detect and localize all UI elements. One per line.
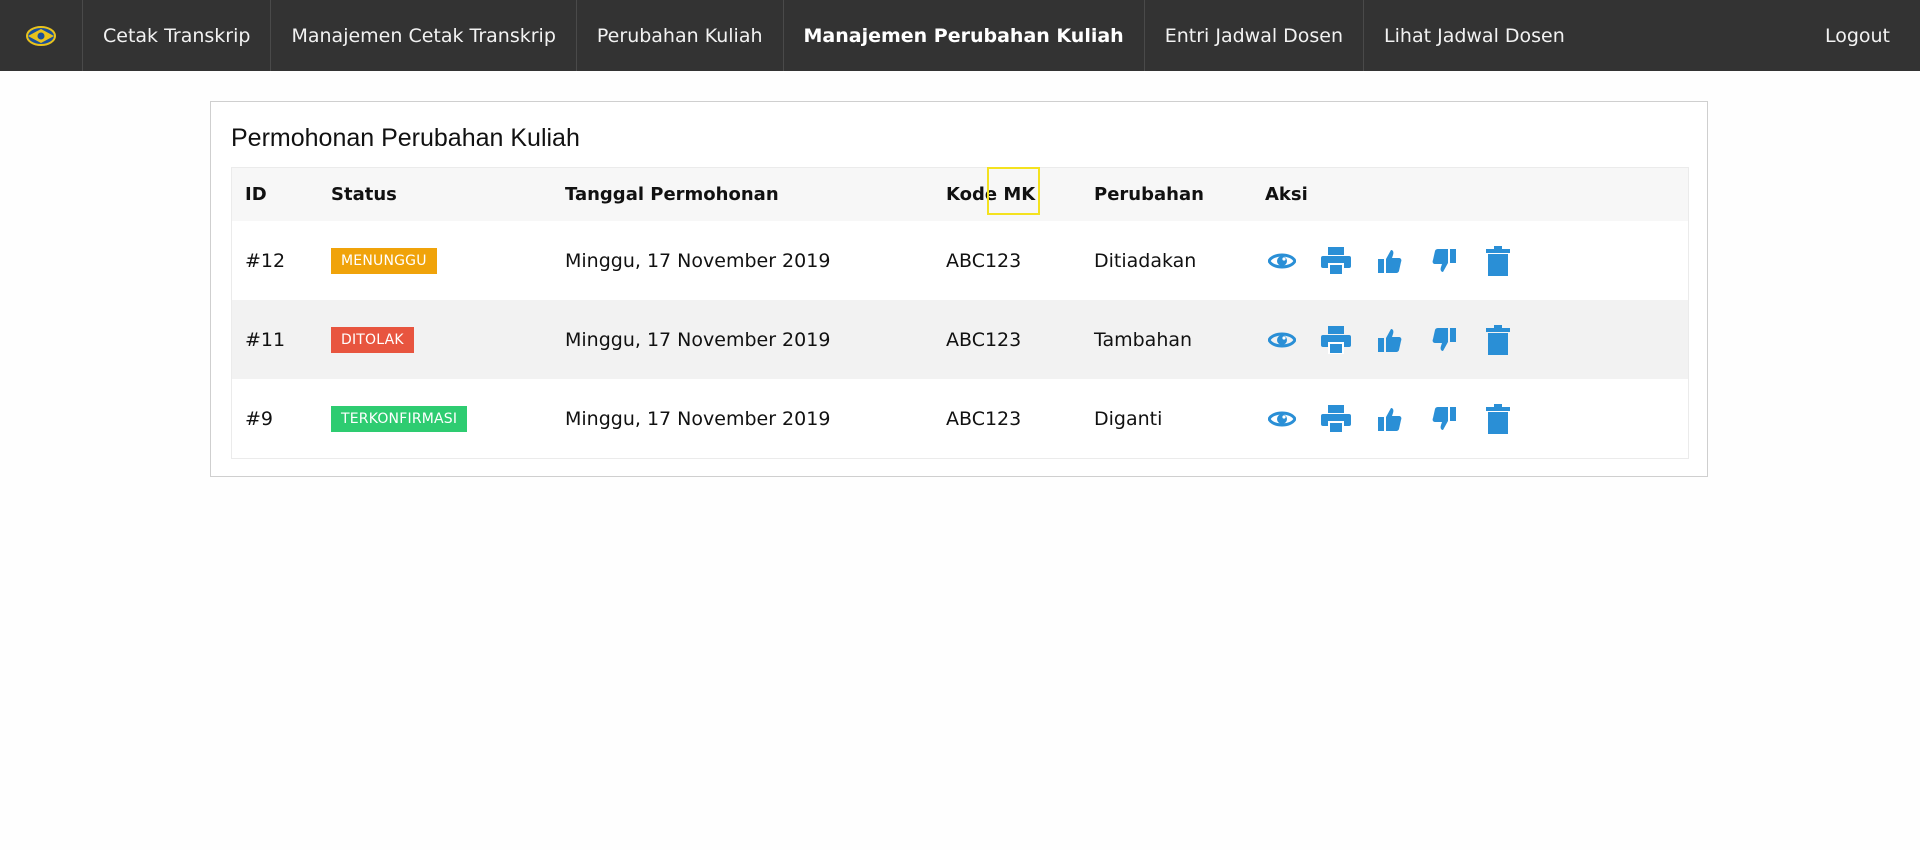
kode-mk: ABC123 <box>946 249 1022 272</box>
header-aksi: Aksi <box>1265 184 1308 205</box>
header-status: Status <box>331 184 397 205</box>
header-date: Tanggal Permohonan <box>565 184 779 205</box>
request-id: #12 <box>245 249 286 272</box>
request-id: #9 <box>245 407 274 430</box>
table-body: #12 MENUNGGU Minggu, 17 November 2019 ABC12… <box>232 221 1688 458</box>
eye-button[interactable] <box>1265 323 1299 357</box>
request-date: Minggu, 17 November 2019 <box>565 249 831 272</box>
table-row: #11 DITOLAK Minggu, 17 November 2019 ABC123… <box>232 300 1688 379</box>
eye-icon <box>1268 330 1296 350</box>
trash-button[interactable] <box>1481 323 1515 357</box>
nav-manajemen-perubahan-kuliah[interactable]: Manajemen Perubahan Kuliah <box>784 0 1145 71</box>
nav-manajemen-cetak-transkrip[interactable]: Manajemen Cetak Transkrip <box>271 0 577 71</box>
eye-button[interactable] <box>1265 244 1299 278</box>
print-button[interactable] <box>1319 323 1353 357</box>
trash-button[interactable] <box>1481 402 1515 436</box>
status-badge: MENUNGGU <box>331 247 437 274</box>
eye-button[interactable] <box>1265 402 1299 436</box>
trash-button[interactable] <box>1481 244 1515 278</box>
print-button[interactable] <box>1319 402 1353 436</box>
table-header: ID Status Tanggal Permohonan Kode MK Per… <box>232 168 1688 221</box>
table-row: #12 MENUNGGU Minggu, 17 November 2019 ABC12… <box>232 221 1688 300</box>
thumbs-up-button[interactable] <box>1373 402 1407 436</box>
requests-table: ID Status Tanggal Permohonan Kode MK Per… <box>231 167 1689 459</box>
thumbs-up-button[interactable] <box>1373 323 1407 357</box>
thumbs-up-icon <box>1377 406 1403 432</box>
status-badge: DITOLAK <box>331 326 414 353</box>
thumbs-down-icon <box>1431 406 1457 432</box>
thumbs-down-icon <box>1431 248 1457 274</box>
thumbs-up-button[interactable] <box>1373 244 1407 278</box>
page-title: Permohonan Perubahan Kuliah <box>231 124 580 152</box>
perubahan: Ditiadakan <box>1094 249 1197 272</box>
trash-icon <box>1486 245 1510 276</box>
actions-cell <box>1255 323 1688 357</box>
trash-icon <box>1486 324 1510 355</box>
logout-link[interactable]: Logout <box>1805 0 1920 71</box>
thumbs-up-icon <box>1377 248 1403 274</box>
print-icon <box>1320 246 1352 276</box>
print-button[interactable] <box>1319 244 1353 278</box>
perubahan: Tambahan <box>1094 328 1193 351</box>
university-logo-icon <box>26 25 56 46</box>
perubahan: Diganti <box>1094 407 1163 430</box>
header-id: ID <box>245 184 267 205</box>
nav-cetak-transkrip[interactable]: Cetak Transkrip <box>83 0 272 71</box>
eye-icon <box>1268 409 1296 429</box>
kode-mk: ABC123 <box>946 328 1022 351</box>
actions-cell <box>1255 244 1688 278</box>
print-icon <box>1320 325 1352 355</box>
trash-icon <box>1486 403 1510 434</box>
table-row: #9 TERKONFIRMASI Minggu, 17 November 2019 A… <box>232 379 1688 458</box>
request-date: Minggu, 17 November 2019 <box>565 407 831 430</box>
thumbs-down-button[interactable] <box>1427 323 1461 357</box>
eye-icon <box>1268 251 1296 271</box>
request-id: #11 <box>245 328 286 351</box>
requests-card: Permohonan Perubahan Kuliah ID Status Ta… <box>210 101 1708 477</box>
status-cell: TERKONFIRMASI <box>318 405 552 432</box>
thumbs-up-icon <box>1377 327 1403 353</box>
actions-cell <box>1255 402 1688 436</box>
highlight-box <box>987 167 1040 215</box>
status-cell: MENUNGGU <box>318 247 552 274</box>
thumbs-down-icon <box>1431 327 1457 353</box>
thumbs-down-button[interactable] <box>1427 402 1461 436</box>
thumbs-down-button[interactable] <box>1427 244 1461 278</box>
nav-perubahan-kuliah[interactable]: Perubahan Kuliah <box>577 0 784 71</box>
request-date: Minggu, 17 November 2019 <box>565 328 831 351</box>
nav-entri-jadwal-dosen[interactable]: Entri Jadwal Dosen <box>1145 0 1365 71</box>
header-perubahan: Perubahan <box>1094 184 1204 205</box>
status-badge: TERKONFIRMASI <box>331 405 468 432</box>
top-navbar: Cetak Transkrip Manajemen Cetak Transkri… <box>0 0 1920 71</box>
logo[interactable] <box>0 0 83 71</box>
kode-mk: ABC123 <box>946 407 1022 430</box>
print-icon <box>1320 404 1352 434</box>
status-cell: DITOLAK <box>318 326 552 353</box>
nav-lihat-jadwal-dosen[interactable]: Lihat Jadwal Dosen <box>1364 0 1585 71</box>
